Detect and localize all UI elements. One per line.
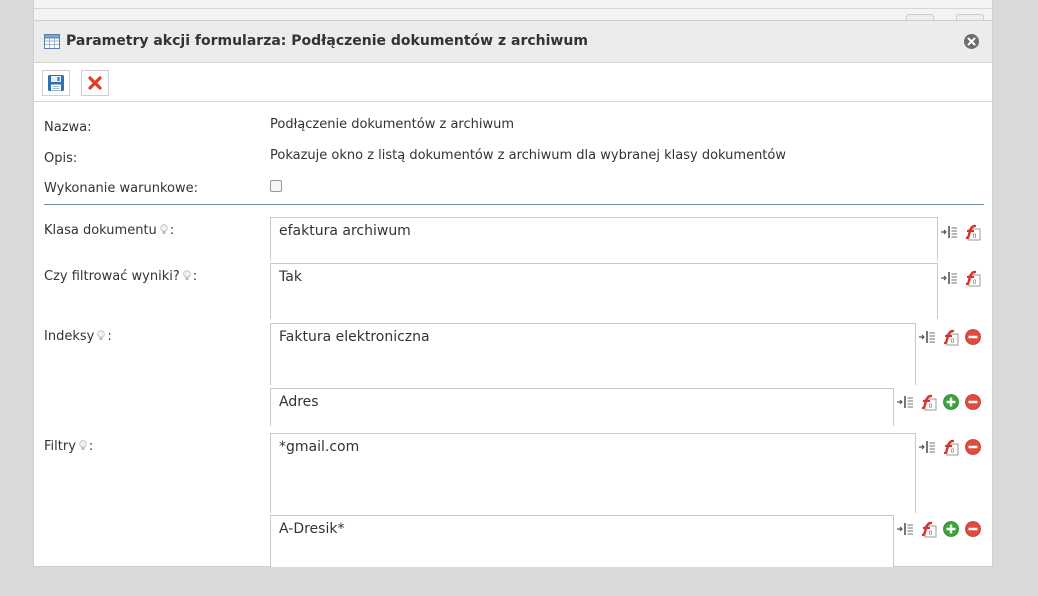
filter-value-1: *gmail.com [279,439,360,455]
svg-text:0: 0 [973,233,977,240]
lightbulb-icon [79,440,87,450]
svg-text:0: 0 [951,448,955,455]
conditional-execution-checkbox[interactable] [270,180,282,192]
document-class-label-colon: : [169,223,175,238]
insert-field-icon[interactable] [896,520,914,538]
dialog-toolbar [34,64,992,102]
remove-icon[interactable] [964,393,982,411]
formula-icon[interactable]: 0 [963,223,981,241]
dialog-titlebar: Parametry akcji formularza: Podłączenie … [34,21,992,63]
lightbulb-icon [97,330,106,340]
add-icon[interactable] [942,393,960,411]
save-button[interactable] [42,70,70,96]
formula-icon[interactable]: 0 [919,393,937,411]
filters-label-text: Filtry [44,439,76,454]
add-icon[interactable] [942,520,960,538]
insert-field-icon[interactable] [896,393,914,411]
formula-icon[interactable]: 0 [919,520,937,538]
lightbulb-icon [160,224,168,234]
filters-label: Filtry: [44,439,93,454]
conditional-execution-label: Wykonanie warunkowe: [44,181,198,196]
svg-text:0: 0 [973,279,977,286]
index-value-2: Adres [279,394,319,410]
close-icon[interactable] [963,33,980,50]
description-value: Pokazuje okno z listą dokumentów z archi… [270,148,786,163]
indexes-label: Indeksy: [44,329,112,344]
filters-label-colon: : [88,439,94,454]
name-value: Podłączenie dokumentów z archiwum [270,117,514,132]
svg-text:0: 0 [951,338,955,345]
remove-icon[interactable] [964,520,982,538]
red-x-icon [88,76,102,90]
formula-icon[interactable]: 0 [941,438,959,456]
filter-field-1[interactable]: *gmail.com [270,433,916,513]
action-parameters-dialog: Parametry akcji formularza: Podłączenie … [33,20,993,567]
floppy-disk-icon [48,75,64,91]
filter-results-label-colon: : [192,269,198,284]
filter-value-2: A-Dresik* [279,521,345,537]
dialog-title: Parametry akcji formularza: Podłączenie … [66,33,588,49]
document-class-value: efaktura archiwum [279,223,411,239]
remove-icon[interactable] [964,438,982,456]
index-field-2[interactable]: Adres [270,388,894,426]
remove-icon[interactable] [964,328,982,346]
filter-results-value: Tak [279,269,302,285]
document-class-label-text: Klasa dokumentu [44,223,157,238]
insert-field-icon[interactable] [918,438,936,456]
table-icon [44,34,60,49]
svg-text:0: 0 [929,403,933,410]
document-class-label: Klasa dokumentu: [44,223,174,238]
filter-results-label: Czy filtrować wyniki?: [44,269,197,284]
section-separator [44,204,984,205]
indexes-label-text: Indeksy [44,329,95,344]
cancel-button[interactable] [81,70,109,96]
description-label: Opis: [44,151,78,166]
index-value-1: Faktura elektroniczna [279,329,430,345]
background-divider [34,8,992,9]
svg-text:0: 0 [929,530,933,537]
formula-icon[interactable]: 0 [941,328,959,346]
insert-field-icon[interactable] [940,269,958,287]
background-window [33,0,993,20]
indexes-label-colon: : [107,329,112,344]
filter-results-field[interactable]: Tak [270,263,938,319]
name-label: Nazwa: [44,120,92,135]
insert-field-icon[interactable] [918,328,936,346]
document-class-field[interactable]: efaktura archiwum [270,217,938,261]
index-field-1[interactable]: Faktura elektroniczna [270,323,916,385]
filter-field-2[interactable]: A-Dresik* [270,515,894,567]
formula-icon[interactable]: 0 [963,269,981,287]
lightbulb-icon [183,270,191,280]
filter-results-label-text: Czy filtrować wyniki? [44,269,180,284]
insert-field-icon[interactable] [940,223,958,241]
